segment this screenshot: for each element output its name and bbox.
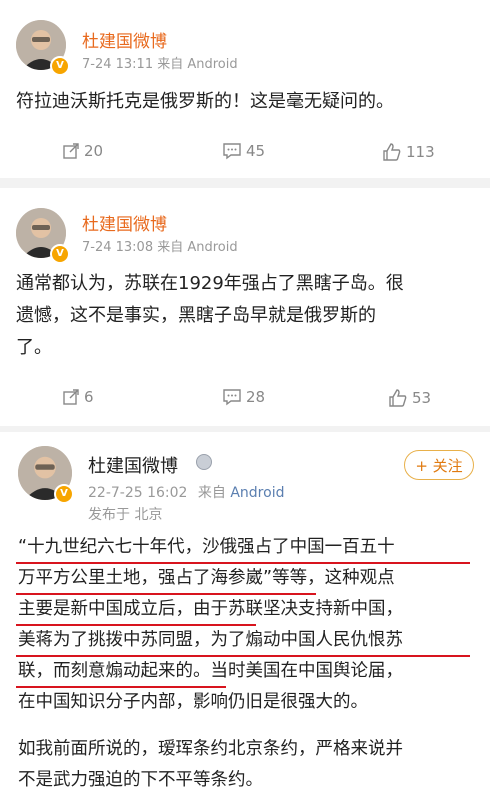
username[interactable]: 杜建国微博 (88, 452, 178, 478)
like-button[interactable]: 53 (388, 388, 431, 408)
repost-button[interactable]: 20 (62, 142, 103, 160)
like-button[interactable]: 113 (382, 142, 435, 162)
source-link[interactable]: Android (230, 485, 284, 501)
text-line: 不是武力强迫的下不平等条约。 (18, 770, 263, 790)
text-line: 万平方公里土地，强占了海参崴”等等，这种观点 (18, 568, 395, 588)
comment-icon (223, 389, 241, 406)
comment-count: 28 (246, 388, 266, 406)
highlight-underline (16, 593, 316, 595)
highlight-underline (16, 655, 470, 657)
like-count: 53 (412, 389, 432, 407)
text-line: 美蒋为了挑拨中苏同盟，为了煽动中国人民仇恨苏 (18, 630, 403, 650)
post-meta: 7-24 13:11 来自 Android (82, 57, 238, 72)
vip-medal-icon (196, 454, 212, 470)
post-body: “十九世纪六七十年代，沙俄强占了中国一百五十 万平方公里土地，强占了海参崴”等等… (18, 532, 478, 796)
source-prefix: 来自 (197, 485, 226, 501)
repost-count: 20 (84, 142, 104, 160)
like-icon (389, 389, 407, 407)
text-line: 在中国知识分子内部，影响仍旧是很强大的。 (18, 692, 368, 712)
post-location: 发布于 北京 (88, 507, 163, 523)
highlight-underline (16, 562, 470, 564)
repost-icon (63, 143, 79, 159)
text-line: 联，而刻意煽动起来的。当时美国在中国舆论届， (18, 661, 403, 681)
highlight-underline (16, 686, 226, 688)
repost-icon (63, 389, 79, 405)
text-line: 了。 (16, 337, 52, 358)
repost-count: 6 (84, 388, 94, 406)
like-count: 113 (406, 143, 435, 161)
comment-button[interactable]: 28 (222, 388, 265, 406)
text-line: 如我前面所说的，瑷珲条约北京条约，严格来说并 (18, 739, 403, 759)
highlight-underline (16, 624, 256, 626)
follow-button[interactable]: + 关注 (404, 450, 474, 480)
text-line: 通常都认为，苏联在1929年强占了黑瞎子岛。很 (16, 273, 404, 294)
text-line: 遗憾，这不是事实，黑瞎子岛早就是俄罗斯的 (16, 305, 376, 326)
post-text: 符拉迪沃斯托克是俄罗斯的！这是毫无疑问的。 (16, 91, 394, 112)
action-bar: 20 45 113 (0, 142, 490, 176)
post-card-3[interactable]: V 杜建国微博 22-7-25 16:02 来自 Android 发布于 北京 … (0, 432, 490, 800)
text-line: 主要是新中国成立后，由于苏联坚决支持新中国， (18, 599, 403, 619)
comment-icon (223, 143, 241, 160)
post-text: 通常都认为，苏联在1929年强占了黑瞎子岛。很 遗憾，这不是事实，黑瞎子岛早就是… (16, 268, 476, 364)
post-meta: 7-24 13:08 来自 Android (82, 240, 238, 255)
verified-badge-icon: V (54, 484, 74, 504)
verified-badge-icon: V (50, 56, 70, 76)
action-bar: 6 28 53 (0, 388, 490, 422)
like-icon (383, 143, 401, 161)
repost-button[interactable]: 6 (62, 388, 94, 406)
username[interactable]: 杜建国微博 (82, 27, 167, 52)
comment-button[interactable]: 45 (222, 142, 265, 160)
comment-count: 45 (246, 142, 266, 160)
verified-badge-icon: V (50, 244, 70, 264)
post-date: 22-7-25 16:02 (88, 485, 188, 501)
username[interactable]: 杜建国微博 (82, 210, 167, 235)
post-card-1[interactable]: V 杜建国微博 7-24 13:11 来自 Android 符拉迪沃斯托克是俄罗… (0, 0, 490, 178)
text-line: “十九世纪六七十年代，沙俄强占了中国一百五十 (18, 537, 395, 557)
post-meta: 22-7-25 16:02 来自 Android (88, 482, 284, 502)
post-card-2[interactable]: V 杜建国微博 7-24 13:08 来自 Android 通常都认为，苏联在1… (0, 188, 490, 426)
